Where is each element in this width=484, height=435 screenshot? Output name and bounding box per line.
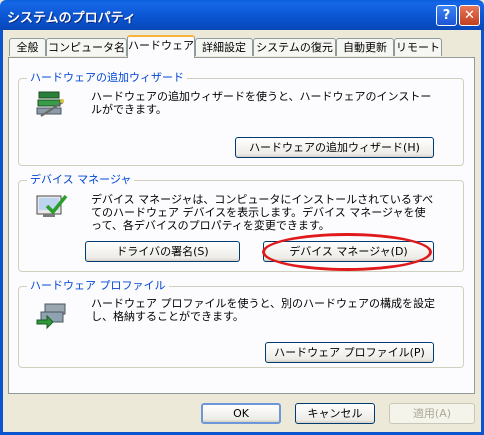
- add-hardware-group-label: ハードウェアの追加ウィザード: [27, 71, 187, 85]
- tab-computer-name[interactable]: コンピュータ名: [46, 38, 127, 56]
- tab-system-restore[interactable]: システムの復元: [253, 38, 336, 56]
- close-button[interactable]: ✕: [459, 5, 480, 26]
- driver-signing-button[interactable]: ドライバの署名(S): [85, 241, 240, 262]
- title-bar[interactable]: システムのプロパティ ? ✕: [0, 0, 484, 30]
- device-manager-button[interactable]: デバイス マネージャ(D): [263, 241, 434, 262]
- device-manager-description: デバイス マネージャは、コンピュータにインストールされているすべてのハードウェア…: [91, 193, 434, 232]
- hardware-profiles-description: ハードウェア プロファイルを使うと、別のハードウェアの構成を設定し、格納すること…: [91, 297, 436, 323]
- window-title: システムのプロパティ: [7, 11, 136, 26]
- cancel-button[interactable]: キャンセル: [295, 403, 375, 424]
- add-hardware-description: ハードウェアの追加ウィザードを使うと、ハードウェアのインストールができます。: [91, 90, 432, 116]
- tab-automatic-updates[interactable]: 自動更新: [336, 38, 394, 56]
- tab-remote[interactable]: リモート: [394, 38, 442, 56]
- add-hardware-wizard-icon: [36, 91, 64, 117]
- hardware-profiles-icon: [36, 303, 66, 330]
- tab-general[interactable]: 全般: [9, 38, 46, 56]
- tab-hardware[interactable]: ハードウェア: [127, 35, 195, 58]
- ok-button[interactable]: OK: [201, 403, 281, 424]
- help-icon: ?: [442, 8, 451, 23]
- window-frame-left: [0, 30, 3, 435]
- device-manager-group-label: デバイス マネージャ: [27, 173, 135, 187]
- add-hardware-wizard-button[interactable]: ハードウェアの追加ウィザード(H): [235, 137, 434, 158]
- apply-button[interactable]: 適用(A): [389, 403, 475, 424]
- close-icon: ✕: [464, 8, 475, 23]
- hardware-profiles-button[interactable]: ハードウェア プロファイル(P): [265, 342, 434, 363]
- help-button[interactable]: ?: [436, 5, 457, 26]
- device-manager-icon: [36, 194, 68, 217]
- tab-advanced[interactable]: 詳細設定: [195, 38, 253, 56]
- hardware-profiles-group-label: ハードウェア プロファイル: [27, 279, 169, 293]
